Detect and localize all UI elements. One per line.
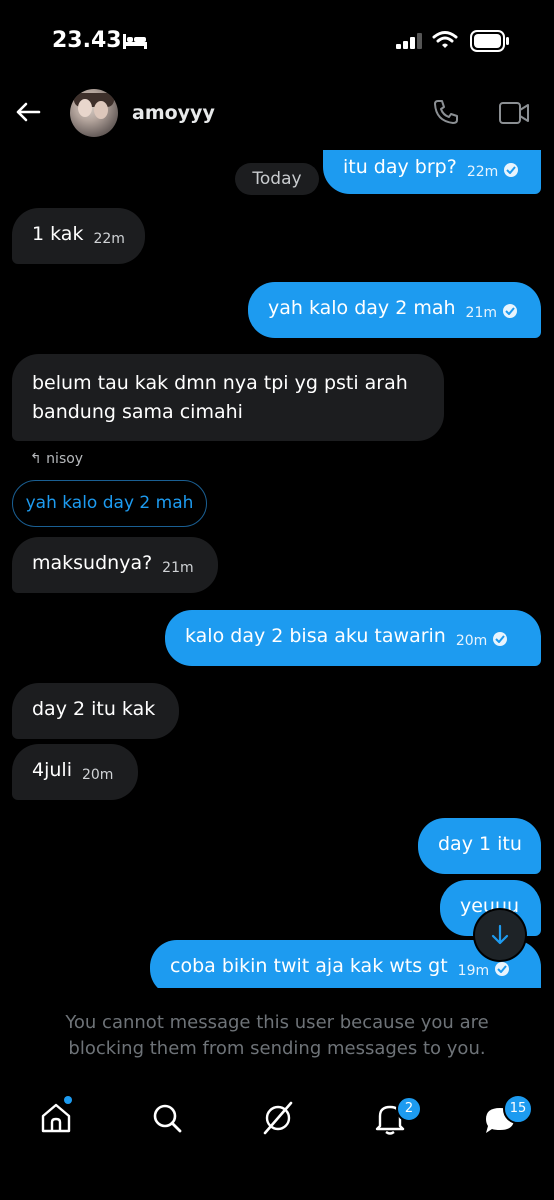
cellular-signal-icon: [396, 33, 422, 49]
message-received[interactable]: belum tau kak dmn nya tpi yg psti arah b…: [12, 354, 444, 441]
avatar[interactable]: [70, 89, 118, 137]
home-unread-dot: [64, 1096, 72, 1104]
status-time: 23.43: [52, 28, 122, 53]
read-check-icon: [493, 632, 508, 646]
sleep-focus-icon: [123, 34, 147, 49]
read-check-icon: [495, 962, 510, 976]
messages-badge: 15: [503, 1094, 533, 1124]
home-icon[interactable]: [38, 1100, 74, 1136]
blocked-notice: You cannot message this user because you…: [65, 1012, 489, 1059]
scroll-to-bottom-button[interactable]: [475, 910, 525, 960]
message-received[interactable]: 4juli 20m: [12, 744, 138, 800]
back-arrow-icon[interactable]: [12, 96, 44, 128]
reply-indicator: ↰ nisoy: [30, 451, 84, 467]
contact-name[interactable]: amoyyy: [132, 102, 215, 124]
message-sent[interactable]: kalo day 2 bisa aku tawarin 20m: [165, 610, 541, 666]
quoted-message[interactable]: yah kalo day 2 mah: [12, 480, 207, 527]
bottom-navigation: 2 15: [0, 1090, 554, 1150]
conversation-header: amoyyy: [0, 80, 554, 150]
message-received[interactable]: maksudnya? 21m: [12, 537, 218, 593]
message-sent[interactable]: day 1 itu: [418, 818, 541, 874]
video-call-icon[interactable]: [498, 100, 530, 126]
arrow-down-icon: [491, 924, 509, 945]
message-sent[interactable]: yah kalo day 2 mah 21m: [248, 282, 541, 338]
message-sent[interactable]: itu day brp? 22m: [323, 150, 541, 194]
battery-icon: [470, 30, 509, 52]
phone-call-icon[interactable]: [432, 98, 460, 126]
search-icon[interactable]: [149, 1100, 185, 1136]
wifi-icon: [432, 31, 458, 48]
grok-icon[interactable]: [260, 1100, 296, 1136]
read-check-icon: [504, 163, 519, 177]
status-bar: 23.43: [0, 0, 554, 80]
read-check-icon: [503, 304, 517, 318]
message-list[interactable]: itu day brp? 22m Today 1 kak 22m yah kalo …: [0, 150, 554, 988]
notifications-badge: 2: [396, 1096, 422, 1122]
message-received[interactable]: day 2 itu kak: [12, 683, 179, 739]
date-separator: Today: [235, 163, 319, 195]
message-received[interactable]: 1 kak 22m: [12, 208, 145, 264]
